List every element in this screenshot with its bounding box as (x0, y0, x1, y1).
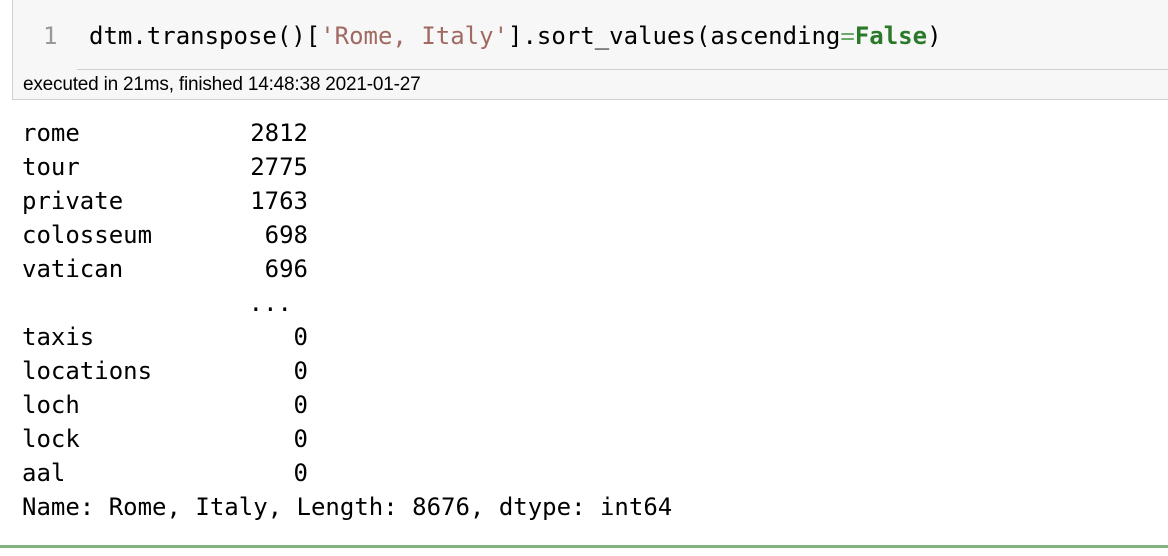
code-method-call: ].sort_values(ascending (508, 22, 841, 50)
code-editor[interactable]: 1 dtm.transpose()['Rome, Italy'].sort_va… (13, 0, 1168, 70)
output-row-value: 0 (293, 459, 308, 487)
output-ellipsis: ... (248, 289, 292, 317)
execution-time-info: executed in 21ms, finished 14:48:38 2021… (23, 74, 421, 95)
code-suffix: ) (927, 22, 942, 50)
output-summary: Name: Rome, Italy, Length: 8676, dtype: … (22, 493, 673, 521)
output-row-value: 0 (293, 323, 308, 351)
output-row-label: vatican (22, 255, 124, 283)
output-row: colosseum 698 (22, 218, 1122, 252)
output-ellipsis-row: ... (22, 286, 1122, 320)
output-row-value: 1763 (250, 187, 308, 215)
output-row-label: loch (22, 391, 80, 419)
output-row-label: locations (22, 357, 153, 385)
output-row: rome 2812 (22, 116, 1122, 150)
output-row: taxis 0 (22, 320, 1122, 354)
output-row-value: 698 (264, 221, 308, 249)
code-prefix: dtm.transpose()[ (89, 22, 321, 50)
output-row: private 1763 (22, 184, 1122, 218)
output-row-label: taxis (22, 323, 95, 351)
notebook-cell[interactable]: 1 dtm.transpose()['Rome, Italy'].sort_va… (0, 0, 1168, 548)
code-keyword-false: False (854, 22, 928, 50)
code-assignment-operator: = (840, 22, 855, 50)
output-row-label: tour (22, 153, 80, 181)
output-row-label: aal (22, 459, 66, 487)
output-row: vatican 696 (22, 252, 1122, 286)
code-line[interactable]: dtm.transpose()['Rome, Italy'].sort_valu… (89, 20, 942, 52)
output-row-value: 0 (293, 425, 308, 453)
output-row-value: 2775 (250, 153, 308, 181)
output-row: aal 0 (22, 456, 1122, 490)
cell-output: rome 2812 tour 2775 private 1763 colosseum 6… (22, 116, 1122, 532)
line-number: 1 (43, 22, 58, 50)
output-row-label: private (22, 187, 124, 215)
line-number-gutter: 1 (13, 0, 77, 70)
output-row-value: 696 (264, 255, 308, 283)
output-row: tour 2775 (22, 150, 1122, 184)
selected-cell-bottom-border (0, 545, 1168, 548)
output-row: locations 0 (22, 354, 1122, 388)
output-row: lock 0 (22, 422, 1122, 456)
output-row-value: 0 (293, 357, 308, 385)
output-row-label: lock (22, 425, 80, 453)
code-string-argument: 'Rome, Italy' (320, 22, 509, 50)
output-row-label: rome (22, 119, 80, 147)
output-row-label: colosseum (22, 221, 153, 249)
output-row-value: 2812 (250, 119, 308, 147)
output-row: loch 0 (22, 388, 1122, 422)
output-row-value: 0 (293, 391, 308, 419)
cell-input-area[interactable]: 1 dtm.transpose()['Rome, Italy'].sort_va… (12, 0, 1168, 100)
